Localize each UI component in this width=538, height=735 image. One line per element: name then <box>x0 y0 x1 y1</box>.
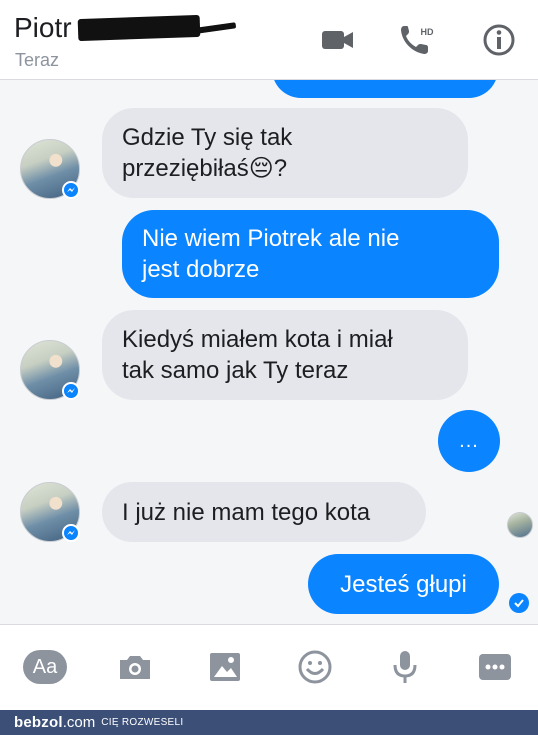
messenger-badge-icon <box>62 181 80 199</box>
emoji-icon[interactable] <box>292 647 338 687</box>
redaction-scribble-tail <box>195 22 236 34</box>
chat-header: Piotr Teraz HD <box>0 0 538 80</box>
message-bubble-incoming[interactable]: I już nie mam tego kota <box>102 482 426 542</box>
aa-button[interactable]: Aa <box>23 650 67 684</box>
info-icon[interactable] <box>479 22 519 58</box>
brand-logo: bebzol <box>14 714 63 731</box>
hd-call-icon[interactable]: HD <box>398 22 438 58</box>
message-bubble-outgoing[interactable]: Jesteś głupi <box>308 554 499 614</box>
seen-avatar <box>507 512 533 538</box>
message-line: przeziębiłaś😔? <box>122 155 288 182</box>
message-bubble-incoming[interactable]: Gdzie Ty się tak przeziębiłaś😔? <box>102 108 468 198</box>
redaction-scribble <box>77 14 200 42</box>
brand-tagline: CIĘ ROZWESELI <box>101 717 184 728</box>
watermark-bar: bebzol .com CIĘ ROZWESELI <box>0 710 538 735</box>
message-thread[interactable]: Gdzie Ty się tak przeziębiłaś😔? Nie wiem… <box>0 80 538 624</box>
more-icon[interactable] <box>472 647 518 687</box>
message-line: Kiedyś miałem kota i miał <box>122 326 393 353</box>
delivered-check-icon <box>509 593 529 613</box>
camera-icon[interactable] <box>112 647 158 687</box>
video-call-icon[interactable] <box>318 22 358 58</box>
contact-name[interactable]: Piotr <box>14 12 236 44</box>
gallery-icon[interactable] <box>202 647 248 687</box>
message-bubble-outgoing[interactable]: Nie wiem Piotrek ale nie jest dobrze <box>122 210 499 298</box>
previous-outgoing-bubble <box>272 80 498 98</box>
text-format-icon[interactable]: Aa <box>22 647 68 687</box>
microphone-icon[interactable] <box>382 647 428 687</box>
brand-logo-suffix: .com <box>62 714 96 731</box>
message-line: Nie wiem Piotrek ale nie <box>142 225 400 252</box>
composer-toolbar: Aa <box>0 624 538 710</box>
contact-first-name: Piotr <box>14 12 72 43</box>
typing-indicator: ... <box>438 410 500 472</box>
active-status: Teraz <box>15 50 60 70</box>
message-line: I już nie mam tego kota <box>122 498 371 526</box>
messenger-badge-icon <box>62 524 80 542</box>
message-line: Gdzie Ty się tak <box>122 124 293 151</box>
message-bubble-incoming[interactable]: Kiedyś miałem kota i miał tak samo jak T… <box>102 310 468 400</box>
messenger-badge-icon <box>62 382 80 400</box>
message-line: tak samo jak Ty teraz <box>122 357 349 384</box>
message-line: jest dobrze <box>142 256 260 283</box>
message-line: Jesteś głupi <box>340 570 467 598</box>
hd-label: HD <box>421 27 434 37</box>
